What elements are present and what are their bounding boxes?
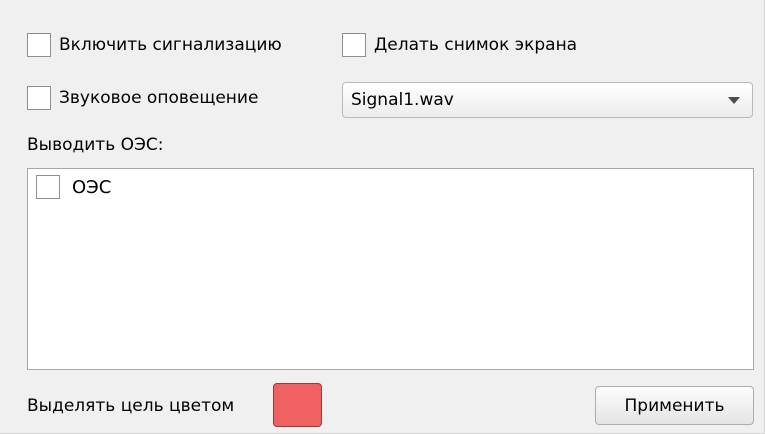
enable-alarm-label: Включить сигнализацию (59, 34, 282, 55)
apply-button[interactable]: Применить (595, 386, 754, 425)
sound-alert-checkbox-box[interactable] (27, 86, 51, 110)
oes-list[interactable]: ОЭС (27, 168, 754, 370)
screenshot-checkbox-box[interactable] (342, 33, 366, 57)
highlight-color-label: Выделять цель цветом (27, 396, 235, 416)
alarm-settings-panel: Включить сигнализацию Делать снимок экра… (0, 0, 765, 434)
oes-item-checkbox[interactable] (36, 175, 60, 199)
highlight-color-button[interactable] (273, 383, 322, 427)
screenshot-label: Делать снимок экрана (374, 34, 578, 55)
list-item[interactable]: ОЭС (36, 175, 111, 199)
sound-alert-label: Звуковое оповещение (59, 87, 259, 108)
chevron-down-icon[interactable] (716, 83, 752, 117)
enable-alarm-checkbox-box[interactable] (27, 33, 51, 57)
sound-file-value: Signal1.wav (351, 90, 454, 110)
sound-file-select[interactable]: Signal1.wav (342, 82, 753, 118)
screenshot-checkbox[interactable]: Делать снимок экрана (342, 33, 577, 57)
enable-alarm-checkbox[interactable]: Включить сигнализацию (27, 33, 282, 57)
oes-item-label: ОЭС (72, 176, 112, 198)
sound-alert-checkbox[interactable]: Звуковое оповещение (27, 86, 258, 110)
oes-section-label: Выводить ОЭС: (27, 135, 164, 155)
